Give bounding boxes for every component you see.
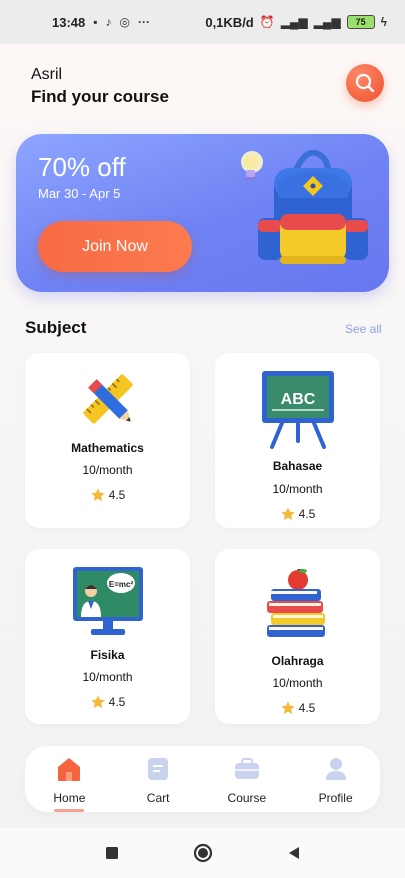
card-rating: 4.5	[215, 700, 380, 716]
tiktok-icon: ♪	[105, 15, 112, 29]
nav-item-home[interactable]: Home	[29, 746, 109, 812]
promo-dates: Mar 30 - Apr 5	[38, 186, 121, 201]
rating-value: 4.5	[298, 507, 316, 521]
lightbulb-icon	[241, 151, 263, 180]
nav-label: Profile	[318, 791, 353, 805]
home-button-icon[interactable]	[193, 843, 213, 863]
pencil-ruler-icon	[82, 374, 133, 424]
card-art: ABC	[215, 369, 380, 449]
rating-value: 4.5	[108, 695, 126, 709]
charging-icon: ϟ	[380, 15, 387, 29]
battery-icon: 75	[346, 15, 375, 29]
status-right: 0,1KB/d ⏰ ▂▄▆ ▂▄▆ 75 ϟ	[205, 15, 387, 30]
subject-card-olahraga[interactable]: Olahraga 10/month 4.5	[215, 549, 380, 724]
card-title: Bahasae	[272, 459, 323, 473]
card-art	[25, 363, 190, 435]
nav-label: Cart	[146, 791, 170, 805]
nav-item-cart[interactable]: Cart	[118, 746, 198, 812]
backpack-illustration	[241, 150, 368, 264]
board-text: ABC	[280, 391, 315, 408]
card-title: Olahraga	[271, 654, 324, 668]
chalkboard-icon: ABC	[261, 371, 334, 449]
card-title: Mathematics	[71, 441, 144, 455]
computer-teacher-icon: E=mc²	[72, 567, 143, 635]
card-rating: 4.5	[25, 694, 190, 710]
status-time: 13:48	[52, 14, 86, 30]
join-now-button[interactable]: Join Now	[38, 221, 192, 272]
subject-card-mathematics[interactable]: Mathematics 10/month 4.5	[25, 353, 190, 528]
rating-value: 4.5	[298, 701, 316, 715]
star-icon	[90, 488, 105, 502]
books-apple-icon	[266, 569, 325, 637]
message-icon: ▪	[93, 15, 98, 29]
star-icon	[90, 695, 105, 709]
nav-item-profile[interactable]: Profile	[296, 746, 376, 812]
promo-banner: 70% off Mar 30 - Apr 5 Join Now	[16, 134, 389, 292]
subject-card-fisika[interactable]: E=mc² Fisika 10/month 4.5	[25, 549, 190, 724]
app-screen: Asril Find your course 70% off Mar 30 - …	[0, 44, 405, 828]
more-icon: ···	[138, 15, 150, 29]
back-icon[interactable]	[287, 846, 301, 860]
nav-label: Home	[53, 791, 86, 805]
signal-icon: ▂▄▆	[280, 15, 308, 29]
bottom-nav: Home Cart Course Profile	[25, 746, 380, 812]
nav-label: Course	[227, 791, 267, 805]
system-nav-bar	[0, 828, 405, 878]
cart-icon	[147, 756, 169, 782]
status-left: 13:48 ▪ ♪ ◎ ···	[52, 15, 150, 30]
card-rating: 4.5	[215, 506, 380, 522]
home-icon	[55, 756, 83, 782]
card-art	[215, 569, 380, 639]
subject-card-bahasae[interactable]: ABC Bahasae 10/month 4.5	[215, 353, 380, 528]
status-bar: 13:48 ▪ ♪ ◎ ··· 0,1KB/d ⏰ ▂▄▆ ▂▄▆ 75 ϟ	[0, 0, 405, 44]
screen-text: E=mc²	[108, 580, 133, 589]
card-rating: 4.5	[25, 487, 190, 503]
notification-icon: ◎	[119, 15, 130, 29]
rating-value: 4.5	[108, 488, 126, 502]
subject-section-title: Subject	[25, 318, 87, 337]
nav-active-indicator	[54, 809, 85, 812]
network-speed: 0,1KB/d	[205, 14, 254, 30]
user-name: Asril	[31, 66, 63, 83]
see-all-link[interactable]: See all	[345, 322, 382, 336]
card-art: E=mc²	[25, 565, 190, 637]
card-price: 10/month	[272, 482, 323, 496]
card-price: 10/month	[82, 463, 133, 477]
search-button[interactable]	[346, 64, 384, 102]
alarm-icon: ⏰	[259, 15, 275, 29]
nav-item-course[interactable]: Course	[207, 746, 287, 812]
star-icon	[280, 701, 295, 715]
profile-icon	[325, 756, 347, 782]
card-price: 10/month	[82, 670, 133, 684]
signal-4g-icon: ▂▄▆	[313, 15, 341, 29]
page-title: Find your course	[31, 87, 169, 106]
card-price: 10/month	[272, 676, 323, 690]
card-title: Fisika	[90, 648, 125, 662]
course-icon	[234, 756, 260, 782]
star-icon	[280, 507, 295, 521]
search-icon	[355, 73, 375, 93]
promo-discount: 70% off	[38, 152, 126, 182]
recent-apps-icon[interactable]	[105, 846, 119, 860]
